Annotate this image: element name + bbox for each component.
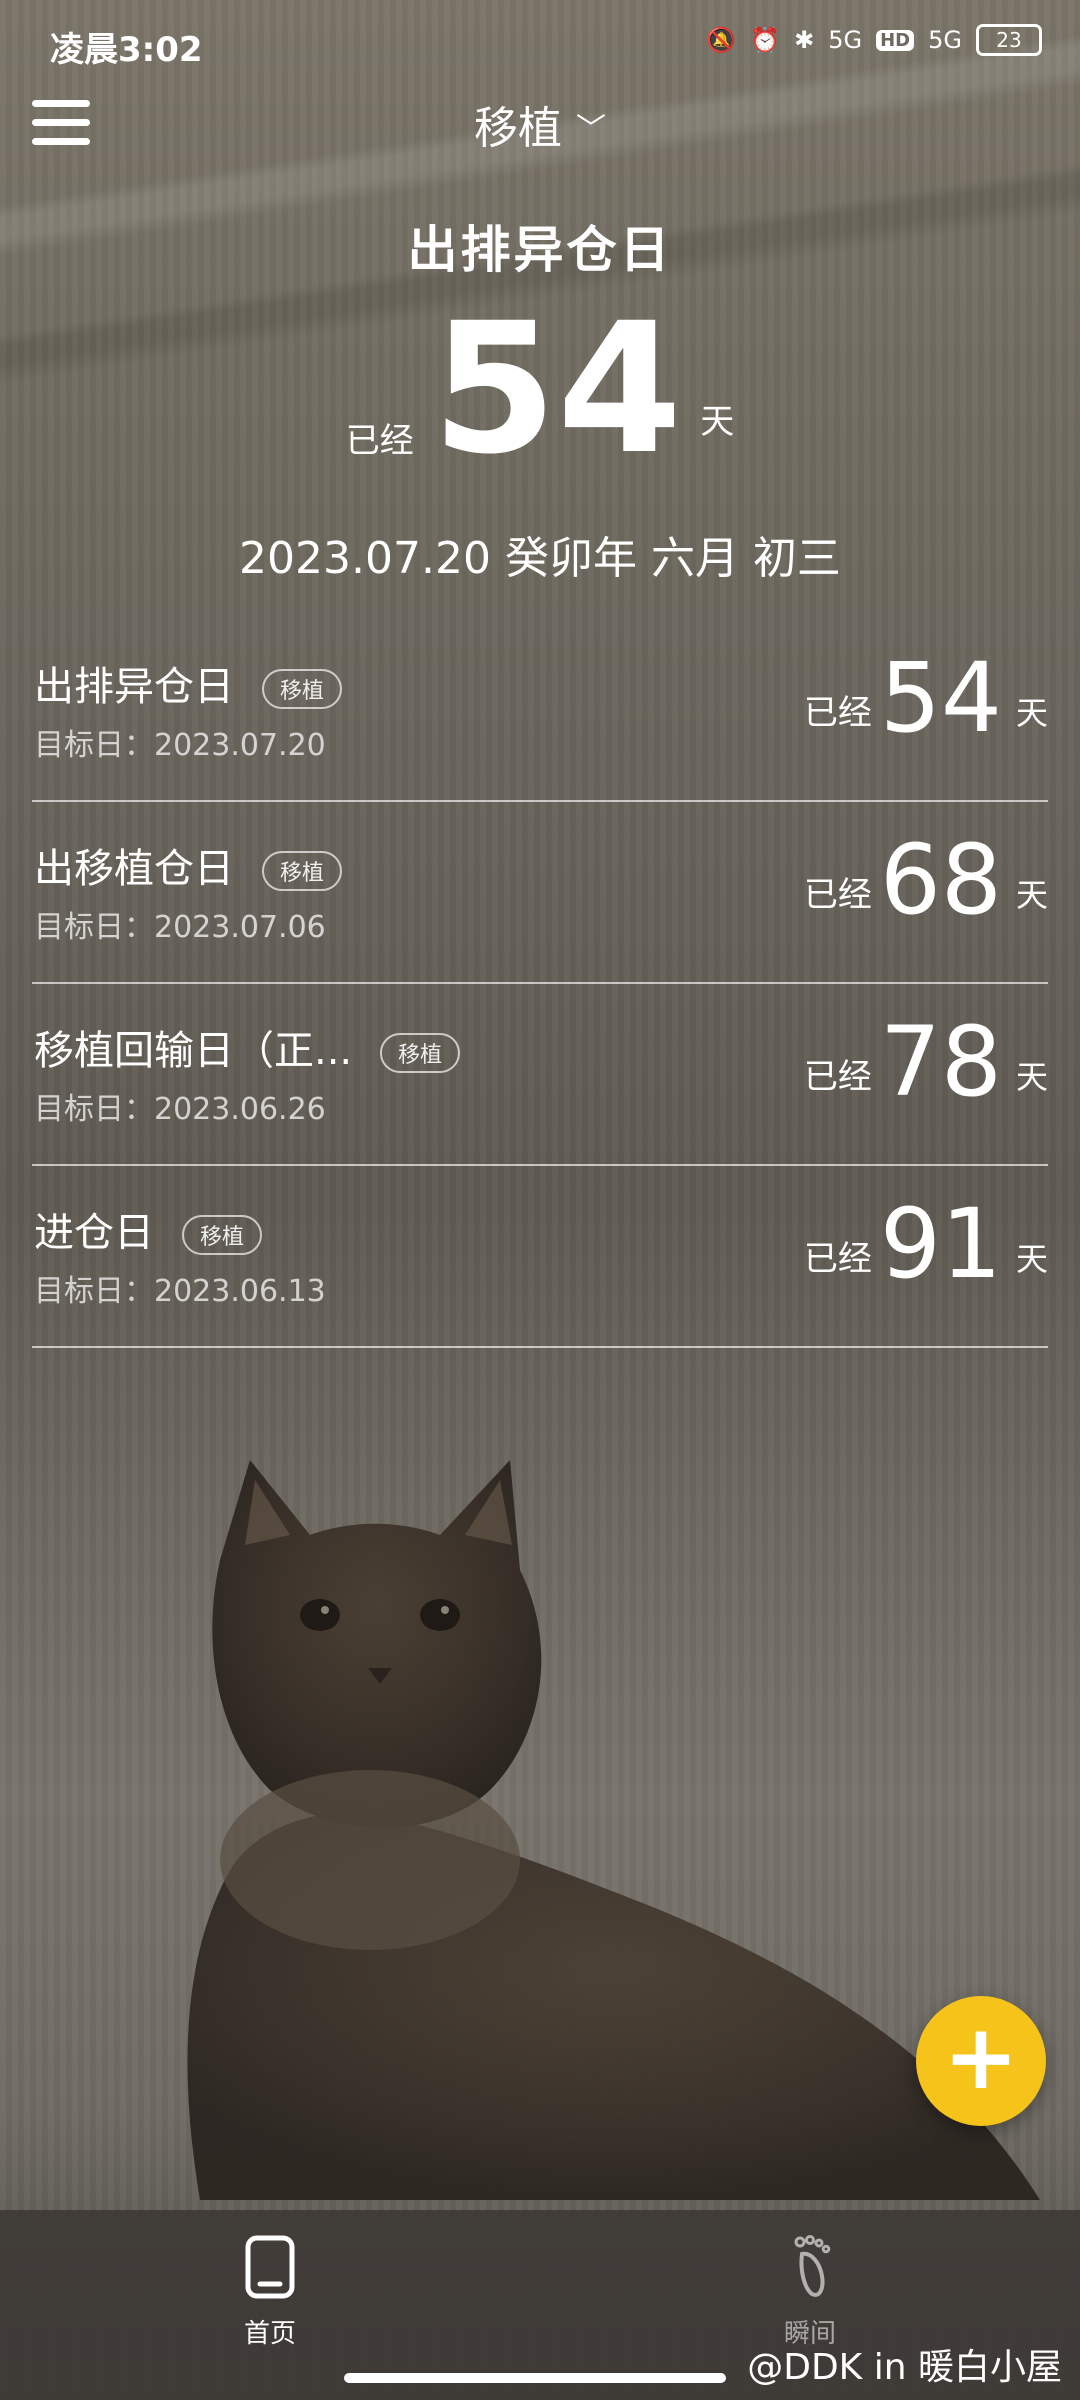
home-indicator[interactable] [344,2373,726,2383]
item-count: 已经 54 天 [804,650,1048,746]
item-name: 出排异仓日 [34,664,234,710]
list-item[interactable]: 移植回输日（正... 移植 目标日：2023.06.26 已经 78 天 [32,984,1048,1166]
list-item[interactable]: 出移植仓日 移植 目标日：2023.07.06 已经 68 天 [32,802,1048,984]
item-name: 出移植仓日 [34,846,234,892]
status-time: 凌晨3:02 [50,30,203,70]
item-number: 54 [879,642,1002,754]
watermark: @DDK in 暖白小屋 [747,2347,1062,2388]
hero-title: 出排异仓日 [407,221,673,279]
item-suffix: 天 [1015,1240,1048,1278]
bell-off-icon: 🔕 [706,26,737,54]
item-tag: 移植 [182,1215,263,1255]
signal-5g-icon: 5G [828,26,863,54]
item-target-date: 目标日：2023.06.13 [34,1274,326,1309]
hero-prefix: 已经 [345,421,414,461]
item-name: 移植回输日（正... [34,1028,353,1074]
item-number: 78 [879,1006,1002,1118]
item-suffix: 天 [1015,694,1048,732]
item-target-date: 目标日：2023.07.06 [34,910,326,945]
item-number: 91 [879,1188,1002,1300]
list-item[interactable]: 出排异仓日 移植 目标日：2023.07.20 已经 54 天 [32,620,1048,802]
hero-number: 54 [431,285,683,494]
home-page-icon [245,2235,295,2299]
item-target-date: 目标日：2023.06.26 [34,1092,326,1127]
footprint-icon [794,2235,831,2297]
nav-moments[interactable]: 瞬间 [710,2232,910,2350]
item-prefix: 已经 [803,1057,872,1097]
item-count: 已经 68 天 [804,832,1048,928]
item-name: 进仓日 [34,1210,154,1256]
hero-date: 2023.07.20 癸卯年 六月 初三 [239,533,841,584]
hero-suffix: 天 [700,402,735,442]
bluetooth-icon: ✱ [794,26,815,54]
nav-home-label: 首页 [243,2319,296,2349]
item-count: 已经 91 天 [804,1196,1048,1292]
alarm-icon: ⏰ [750,26,781,54]
top-bar: 移植 ﹀ [0,92,1080,222]
hd-icon: HD [876,29,915,51]
item-number: 68 [879,824,1002,936]
hero-count: 已经 54 天 [0,300,1080,480]
item-count: 已经 78 天 [804,1014,1048,1110]
item-prefix: 已经 [803,875,872,915]
item-tag: 移植 [380,1033,461,1073]
category-label: 移植 [474,103,562,154]
nav-home[interactable]: 首页 [170,2232,370,2350]
battery-level: 23 [996,28,1022,52]
add-button[interactable]: + [916,1996,1046,2126]
countdown-list: 出排异仓日 移植 目标日：2023.07.20 已经 54 天 出移植仓日 移植 目标日… [32,620,1048,1348]
plus-icon: + [943,2005,1019,2110]
signal-5g-icon-2: 5G [928,26,962,54]
item-suffix: 天 [1015,1058,1048,1096]
item-prefix: 已经 [803,693,872,733]
item-prefix: 已经 [803,1239,872,1279]
category-dropdown[interactable]: 移植 ﹀ [0,92,1080,156]
status-icons: 🔕 ⏰ ✱ 5G HD 5G 23 [706,24,1042,56]
status-bar: 凌晨3:02 🔕 ⏰ ✱ 5G HD 5G 23 [0,0,1080,92]
item-target-date: 目标日：2023.07.20 [34,728,326,763]
chevron-down-icon: ﹀ [576,112,606,147]
item-tag: 移植 [262,851,343,891]
list-item[interactable]: 进仓日 移植 目标日：2023.06.13 已经 91 天 [32,1166,1048,1348]
item-tag: 移植 [262,669,343,709]
item-suffix: 天 [1015,876,1048,914]
battery-icon: 23 [976,24,1042,56]
